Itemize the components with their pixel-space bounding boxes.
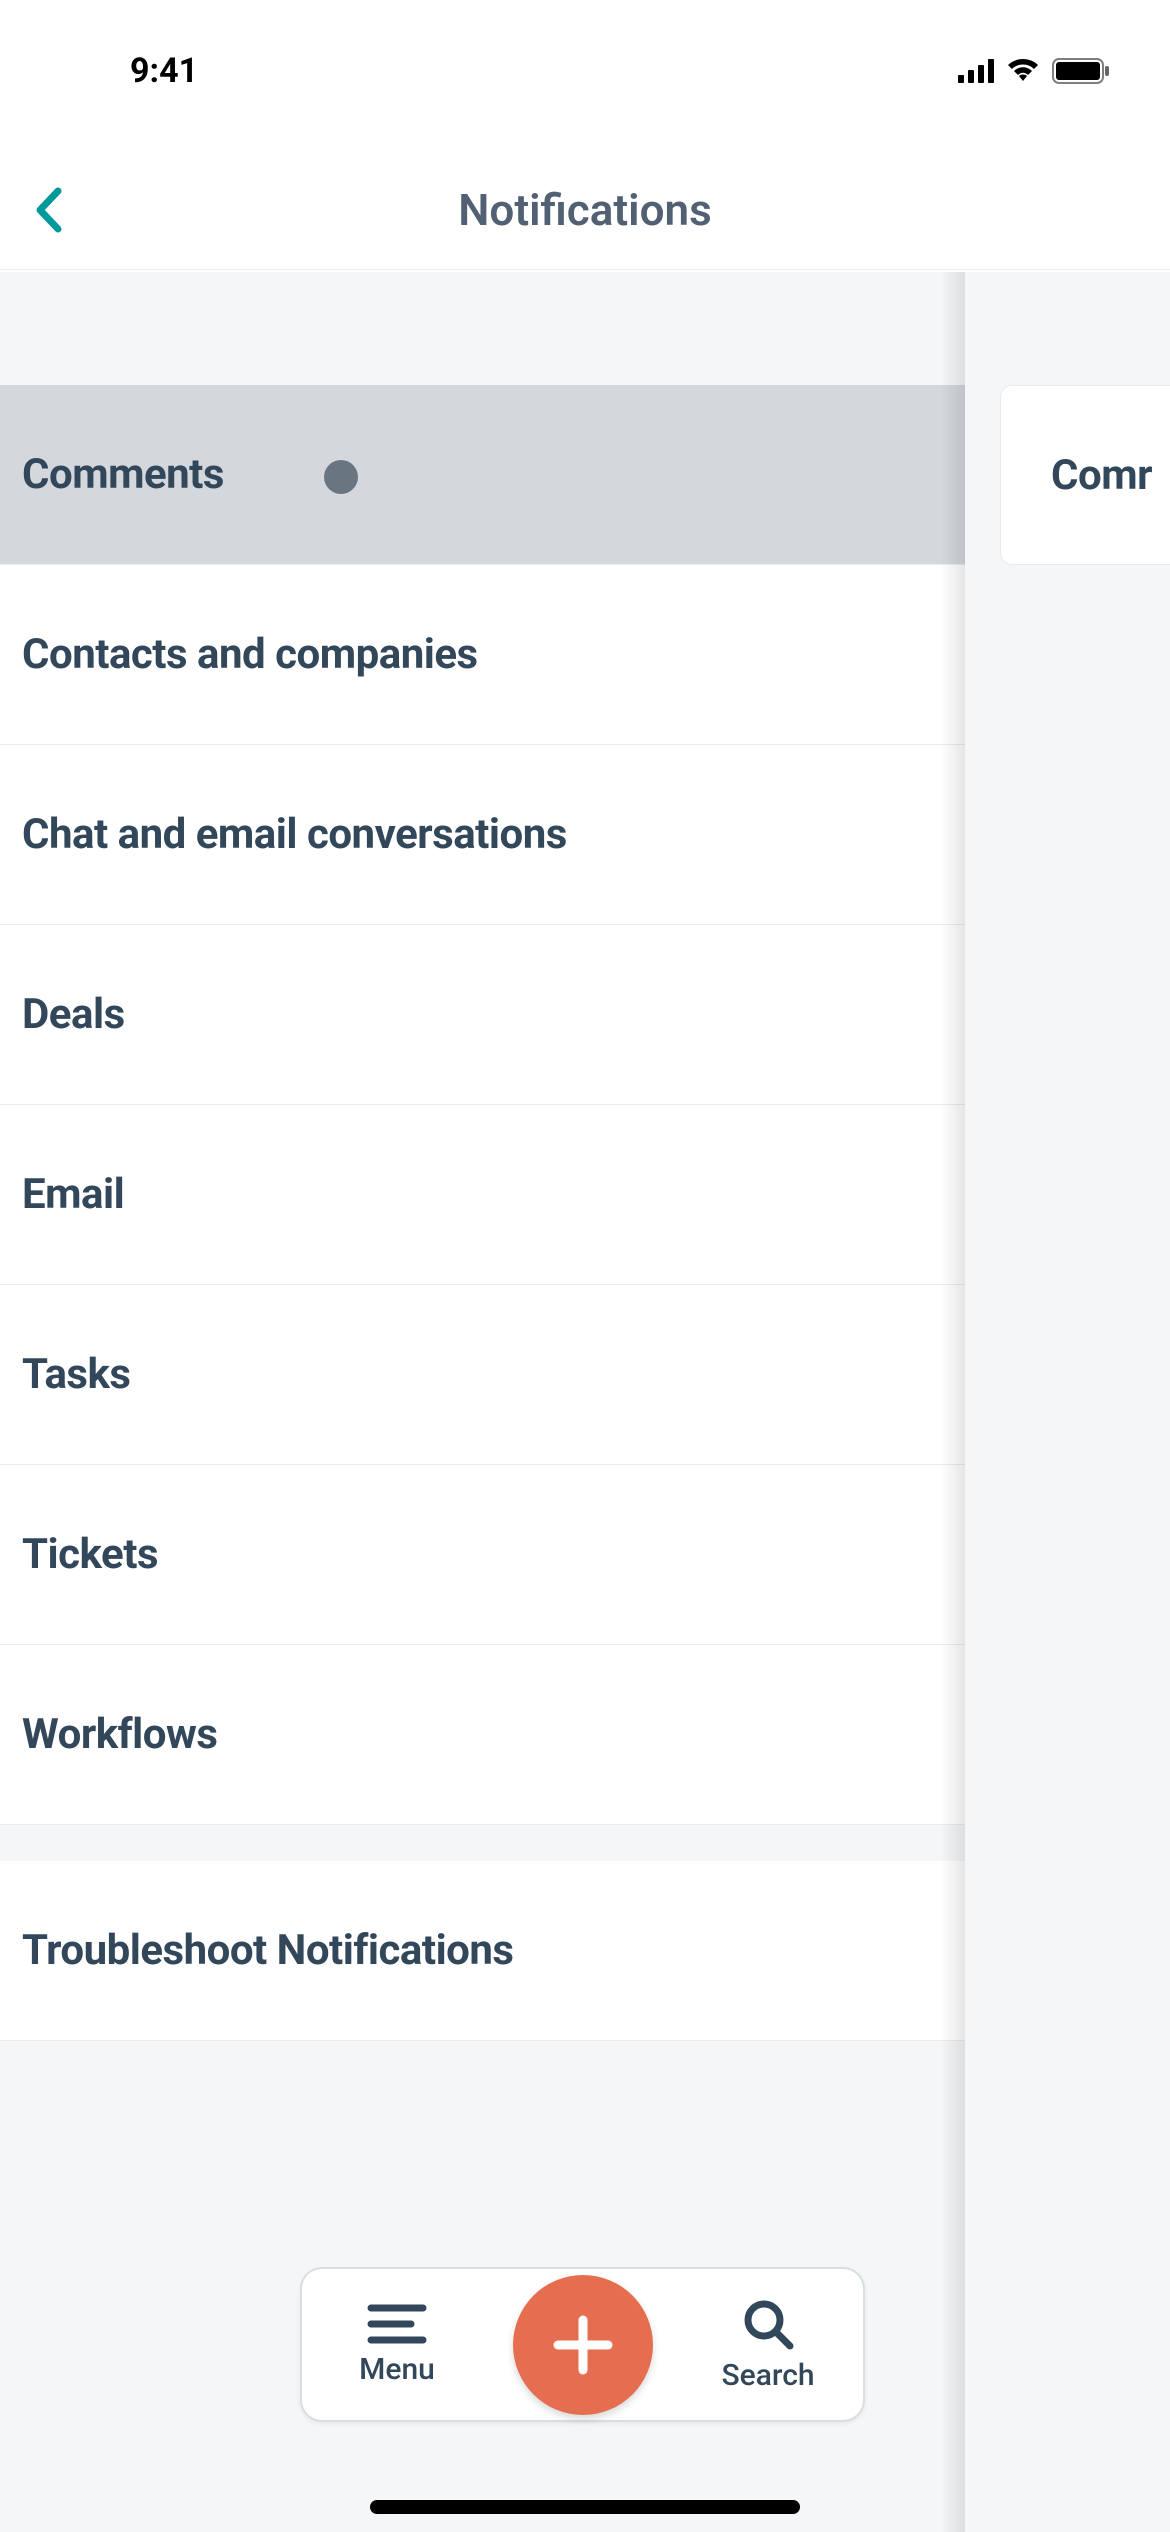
menu-button[interactable]: Menu — [342, 2302, 452, 2387]
cellular-signal-icon — [958, 59, 994, 83]
back-button[interactable] — [18, 180, 78, 240]
list-item-label: Deals — [22, 990, 125, 1039]
home-indicator[interactable] — [370, 2500, 800, 2514]
list-item-contacts-and-companies[interactable]: Contacts and companies — [0, 565, 965, 745]
list-item-label: Workflows — [22, 1710, 217, 1759]
battery-icon — [1052, 58, 1110, 84]
search-icon — [740, 2296, 796, 2352]
bottom-floating-bar: Menu Search — [300, 2267, 865, 2422]
chevron-left-icon — [34, 187, 62, 233]
categories-list: Comments Contacts and companies Chat and… — [0, 272, 965, 2041]
detail-card-peek[interactable]: Comr — [1000, 385, 1170, 565]
search-label: Search — [721, 2358, 814, 2393]
list-item-chat-and-email-conversations[interactable]: Chat and email conversations — [0, 745, 965, 925]
list-item-label: Contacts and companies — [22, 630, 478, 679]
add-button[interactable] — [513, 2275, 653, 2415]
plus-icon — [548, 2310, 618, 2380]
list-item-deals[interactable]: Deals — [0, 925, 965, 1105]
list-item-tasks[interactable]: Tasks — [0, 1285, 965, 1465]
list-item-troubleshoot-notifications[interactable]: Troubleshoot Notifications — [0, 1861, 965, 2041]
page-title: Notifications — [458, 184, 711, 236]
list-item-label: Troubleshoot Notifications — [22, 1926, 514, 1975]
list-item-label: Email — [22, 1170, 124, 1219]
search-button[interactable]: Search — [713, 2296, 823, 2393]
wifi-icon — [1006, 59, 1040, 83]
list-item-workflows[interactable]: Workflows — [0, 1645, 965, 1825]
menu-label: Menu — [359, 2352, 435, 2387]
selection-dot — [324, 460, 358, 494]
status-bar: 9:41 — [0, 0, 1170, 100]
list-item-label: Tickets — [22, 1530, 158, 1579]
list-item-label: Tasks — [22, 1350, 131, 1399]
content: Comments Contacts and companies Chat and… — [0, 272, 1170, 2532]
list-spacer — [0, 272, 965, 385]
header: Notifications — [0, 150, 1170, 270]
list-item-label: Comments — [22, 450, 224, 499]
list-item-label: Chat and email conversations — [22, 810, 567, 859]
detail-card-title: Comr — [1051, 451, 1152, 500]
list-item-email[interactable]: Email — [0, 1105, 965, 1285]
list-gap — [0, 1825, 965, 1861]
status-right-icons — [958, 16, 1120, 84]
status-time: 9:41 — [50, 9, 198, 91]
menu-icon — [367, 2302, 427, 2346]
list-item-comments[interactable]: Comments — [0, 385, 965, 565]
list-item-tickets[interactable]: Tickets — [0, 1465, 965, 1645]
